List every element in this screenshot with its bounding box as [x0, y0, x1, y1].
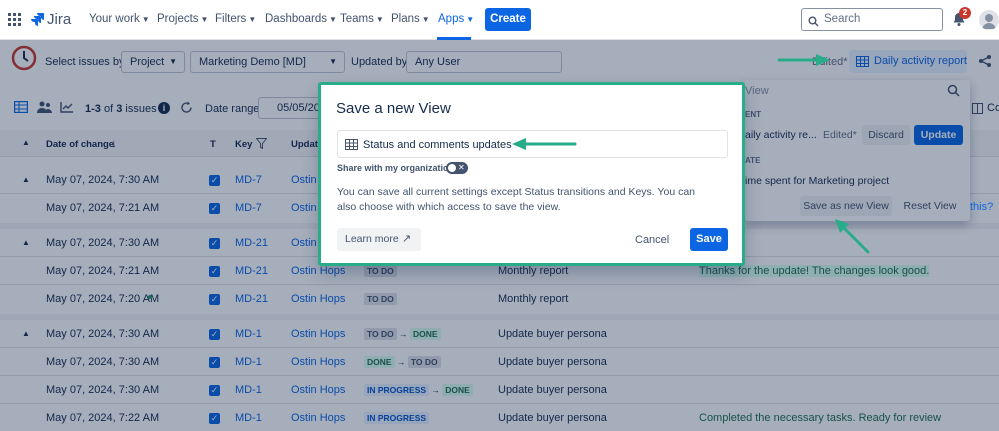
jira-logo-icon	[30, 12, 44, 26]
view-name-input[interactable]: Status and comments updates	[337, 130, 728, 158]
nav-apps-label: Apps	[438, 13, 465, 25]
learn-more-label: Learn more	[345, 233, 399, 245]
chevron-down-icon: ▼	[421, 15, 430, 24]
search-placeholder: Search	[824, 13, 861, 25]
nav-projects-label: Projects	[157, 13, 199, 25]
nav-teams[interactable]: Teams ▼	[340, 13, 384, 25]
chevron-down-icon: ▼	[329, 15, 337, 24]
chevron-down-icon: ▼	[200, 15, 209, 24]
view-name-value: Status and comments updates	[363, 139, 512, 151]
share-label: Share with my organization	[337, 163, 455, 173]
chevron-down-icon: ▼	[141, 15, 150, 24]
nav-plans[interactable]: Plans ▼	[391, 13, 430, 25]
nav-your-work-label: Your work	[89, 13, 140, 25]
close-icon: ✕	[458, 163, 465, 172]
nav-plans-label: Plans	[391, 13, 420, 25]
top-navigation: Jira Your work ▼ Projects ▼ Filters ▼ Dashb…	[0, 0, 999, 40]
partial-right-text: this?	[970, 201, 994, 213]
cancel-button[interactable]: Cancel	[635, 234, 669, 246]
save-button[interactable]: Save	[690, 228, 728, 251]
save-view-modal: Save a new View Status and comments upda…	[318, 82, 745, 266]
chevron-down-icon: ▼	[466, 15, 475, 24]
table-icon	[345, 139, 358, 153]
nav-projects[interactable]: Projects ▼	[157, 13, 208, 25]
chevron-down-icon: ▼	[248, 15, 257, 24]
notification-count-badge: 2	[959, 7, 971, 19]
nav-filters-label: Filters	[215, 13, 247, 25]
external-link-icon: ↗	[402, 233, 412, 245]
search-icon	[808, 14, 819, 27]
nav-teams-label: Teams	[340, 13, 374, 25]
learn-more-button[interactable]: Learn more ↗	[337, 228, 421, 251]
avatar[interactable]	[979, 10, 999, 30]
jira-logo[interactable]: Jira	[30, 10, 71, 28]
nav-apps[interactable]: Apps ▼	[438, 13, 474, 25]
create-button[interactable]: Create	[485, 8, 531, 31]
modal-title: Save a new View	[336, 100, 451, 117]
toggle-knob	[448, 164, 456, 172]
search-input[interactable]: Search	[801, 8, 943, 31]
chevron-down-icon: ▼	[375, 15, 384, 24]
overlay-dim-dropdown	[745, 80, 970, 221]
nav-your-work[interactable]: Your work ▼	[89, 13, 150, 25]
jira-logo-text: Jira	[47, 10, 72, 28]
app-switcher-icon[interactable]	[8, 13, 21, 26]
nav-filters[interactable]: Filters ▼	[215, 13, 256, 25]
share-toggle[interactable]: ✕	[446, 162, 468, 174]
modal-description: You can save all current settings except…	[337, 186, 695, 213]
nav-dashboards-label: Dashboards	[265, 13, 328, 25]
nav-dashboards[interactable]: Dashboards ▼	[265, 13, 337, 25]
